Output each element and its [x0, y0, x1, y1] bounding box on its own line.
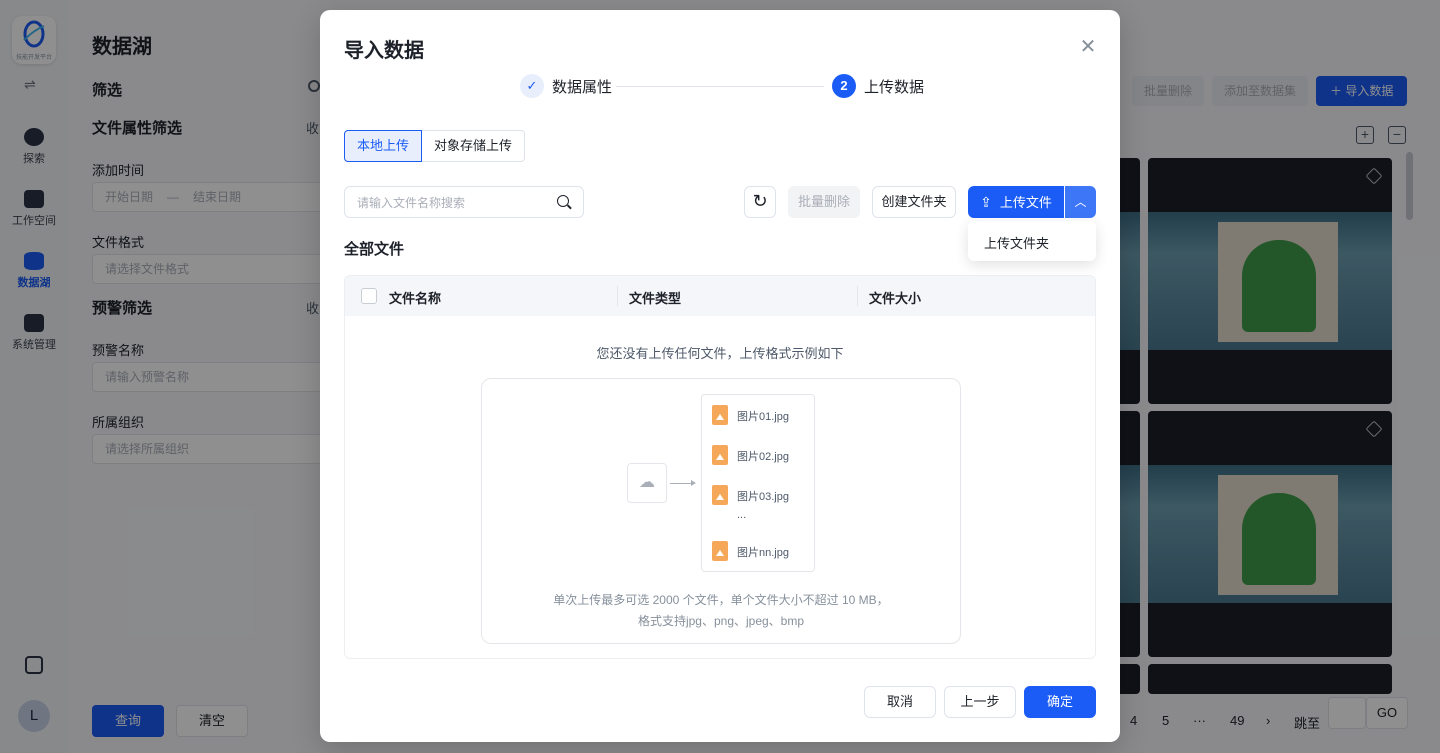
upload-format-example: ☁ 图片01.jpg 图片02.jpg 图片03.jpg ... 图片nn.jp… [481, 378, 961, 644]
empty-message: 您还没有上传任何文件，上传格式示例如下 [596, 346, 844, 361]
arrow-right-icon [670, 480, 696, 486]
refresh-icon: ↻ [752, 191, 768, 211]
all-files-title: 全部文件 [344, 241, 405, 258]
close-icon[interactable]: ✕ [1076, 36, 1100, 60]
refresh-button[interactable]: ↻ [744, 186, 776, 218]
file-table: 文件名称 文件类型 文件大小 您还没有上传任何文件，上传格式示例如下 ☁ 图片0… [344, 275, 1096, 659]
example-file-list: 图片01.jpg 图片02.jpg 图片03.jpg ... 图片nn.jpg [701, 394, 815, 572]
column-file-size: 文件大小 [869, 291, 922, 306]
check-icon: ✓ [520, 74, 544, 98]
upload-source-tabs: 本地上传 对象存储上传 [344, 130, 526, 162]
step-divider [616, 86, 824, 87]
column-divider [857, 286, 858, 306]
image-file-icon [712, 485, 728, 505]
step-number: 2 [832, 74, 856, 98]
column-file-type: 文件类型 [629, 291, 682, 306]
column-file-name: 文件名称 [389, 291, 442, 306]
file-name: 图片02.jpg [737, 451, 789, 463]
file-name: 图片nn.jpg [737, 547, 789, 559]
confirm-button[interactable]: 确定 [1024, 686, 1096, 718]
note-line-1: 单次上传最多可选 2000 个文件，单个文件大小不超过 10 MB， [553, 593, 889, 607]
select-all-checkbox[interactable] [361, 288, 377, 304]
chevron-up-icon: ︿ [1074, 195, 1087, 209]
search-input[interactable] [357, 193, 547, 213]
previous-step-button[interactable]: 上一步 [944, 686, 1016, 718]
table-header: 文件名称 文件类型 文件大小 [345, 276, 1095, 316]
note-line-2: 格式支持jpg、png、jpeg、bmp [637, 614, 805, 628]
modal-title: 导入数据 [344, 40, 424, 62]
upload-folder-item[interactable]: 上传文件夹 [984, 233, 1049, 252]
file-ellipsis: ... [737, 509, 747, 521]
cancel-button[interactable]: 取消 [864, 686, 936, 718]
upload-icon: ⇪ [980, 194, 992, 210]
search-icon[interactable] [557, 195, 569, 207]
tab-local-upload[interactable]: 本地上传 [344, 130, 423, 162]
upload-dropdown-menu: 上传文件夹 [968, 221, 1096, 261]
upload-file-label: 上传文件 [999, 195, 1052, 210]
import-data-modal: 导入数据 ✕ ✓ 数据属性 2 上传数据 本地上传 对象存储上传 ↻ 批量删除 … [320, 10, 1120, 742]
upload-file-button[interactable]: ⇪ 上传文件 [968, 186, 1064, 218]
image-file-icon [712, 541, 728, 561]
image-file-icon [712, 445, 728, 465]
file-name: 图片03.jpg [737, 491, 789, 503]
file-name: 图片01.jpg [737, 411, 789, 423]
step-label: 数据属性 [552, 79, 613, 96]
tab-object-storage-upload[interactable]: 对象存储上传 [422, 130, 526, 162]
upload-limits-note: 单次上传最多可选 2000 个文件，单个文件大小不超过 10 MB， 格式支持j… [482, 590, 960, 632]
column-divider [617, 286, 618, 306]
image-file-icon [712, 405, 728, 425]
cloud-upload-icon: ☁ [627, 463, 667, 503]
step-label: 上传数据 [864, 79, 925, 96]
upload-menu-toggle[interactable]: ︿ [1065, 186, 1096, 218]
file-search [344, 186, 584, 218]
create-folder-button[interactable]: 创建文件夹 [872, 186, 956, 218]
batch-delete-button[interactable]: 批量删除 [788, 186, 860, 218]
